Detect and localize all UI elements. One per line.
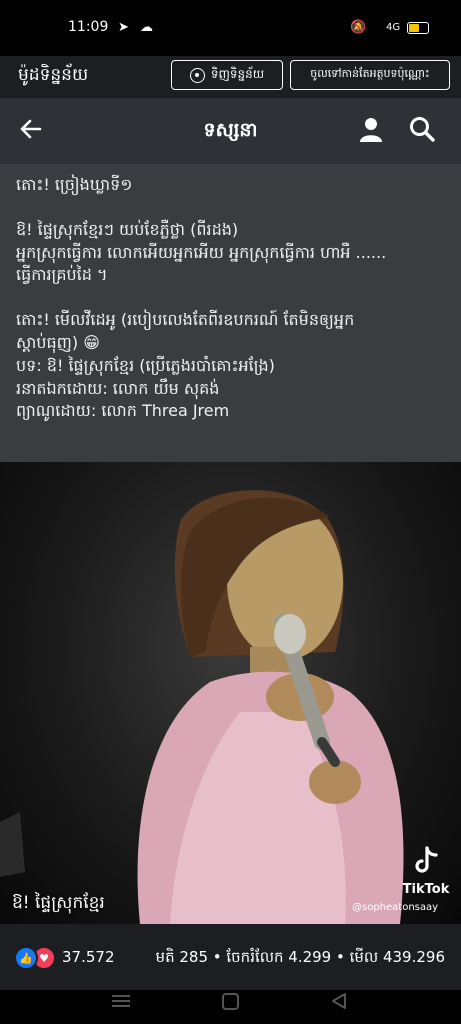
text-only-label: ចូលទៅកាន់តែអត្ថបទប៉ុណ្ណោះ (310, 67, 430, 80)
page-title: ទស្សនា (203, 119, 258, 141)
post-line: ធ្វើការគ្រប់ដៃ ។ (16, 265, 108, 285)
telegram-icon: ➤ (118, 20, 129, 35)
video-frame (0, 490, 404, 924)
nav-bar: ទស្សនា (0, 98, 461, 164)
system-nav-bar (0, 990, 461, 1024)
post-line: បទ: ឱ! ផ្ទៃស្រុកខ្មែរ (ប្រើភ្លេងរបាំគោះអ… (16, 355, 275, 375)
post-line: ព្យាណូដោយ: លោក Threa Jrem (16, 401, 230, 421)
user-icon[interactable] (357, 116, 385, 144)
tiktok-watermark: TikTok (400, 846, 452, 897)
post-meta: មតិ 285 • ចែករំលែក 4.299 • មើល 439.296 (156, 948, 445, 970)
cloud-icon: ☁ (140, 20, 153, 35)
buy-data-button[interactable]: ទិញទិន្នន័យ (171, 60, 283, 90)
post-description: តោះ! ច្រៀងឃ្លាទី១ ឱ! ផ្ទៃស្រុកខ្មែរៗ យប់… (0, 164, 461, 462)
app-name: ម៉ូដទិន្នន័យ (18, 65, 89, 85)
tiktok-logo-icon (415, 846, 438, 873)
shares-count[interactable]: ចែករំលែក 4.299 (226, 948, 331, 966)
back-icon[interactable] (332, 993, 346, 1009)
post-line: តោះ! មើលវីដេអូ (របៀបលេងតែពីរឧបករណ៍ តែមិន… (16, 310, 355, 330)
tiktok-handle: @sopheatonsaay (352, 902, 439, 913)
separator: • (208, 948, 227, 966)
views-count: មើល 439.296 (349, 948, 445, 966)
engagement-bar: 👍 ♥ 37.572 មតិ 285 • ចែករំលែក 4.299 • មើ… (0, 924, 461, 990)
mute-icon: 🔕 (350, 20, 367, 35)
network-type: 4G (386, 22, 401, 33)
post-line: រនាតឯកដោយ: លោក យឹម សុគង់ (16, 378, 220, 398)
video-caption: ឱ! ផ្ទៃស្រុកខ្មែរ (12, 893, 105, 913)
home-icon[interactable] (222, 993, 239, 1010)
video-player[interactable] (0, 462, 461, 924)
post-line: អ្នកស្រុកធ្វើការ លោកអើយអ្នកអើយ អ្នកស្រុក… (16, 242, 387, 262)
post-line: ឱ! ផ្ទៃស្រុកខ្មែរៗ យប់ខែភ្លឺថ្លា (ពីរដង) (16, 219, 239, 239)
reaction-count[interactable]: 37.572 (62, 948, 115, 966)
status-time: 11:09 (68, 19, 109, 35)
text-only-button[interactable]: ចូលទៅកាន់តែអត្ថបទប៉ុណ្ណោះ (290, 60, 450, 90)
post-line: ស្តាប់ធុញ) 😁 (16, 332, 100, 352)
app-bar: ម៉ូដទិន្នន័យ ទិញទិន្នន័យ ចូលទៅកាន់តែអត្ថ… (0, 56, 461, 98)
separator: • (331, 948, 350, 966)
battery-icon (407, 22, 429, 34)
comments-count[interactable]: មតិ 285 (156, 948, 208, 966)
buy-data-label: ទិញទិន្នន័យ (210, 67, 265, 81)
reactions[interactable]: 👍 ♥ (14, 946, 58, 970)
search-icon[interactable] (408, 115, 436, 143)
recents-icon[interactable] (112, 995, 130, 1007)
like-icon: 👍 (14, 946, 38, 970)
tiktok-label: TikTok (402, 882, 450, 897)
post-line: តោះ! ច្រៀងឃ្លាទី១ (16, 175, 133, 194)
radio-icon (189, 67, 205, 83)
status-bar: 11:09 ➤ ☁ 🔕 4G (0, 0, 461, 56)
